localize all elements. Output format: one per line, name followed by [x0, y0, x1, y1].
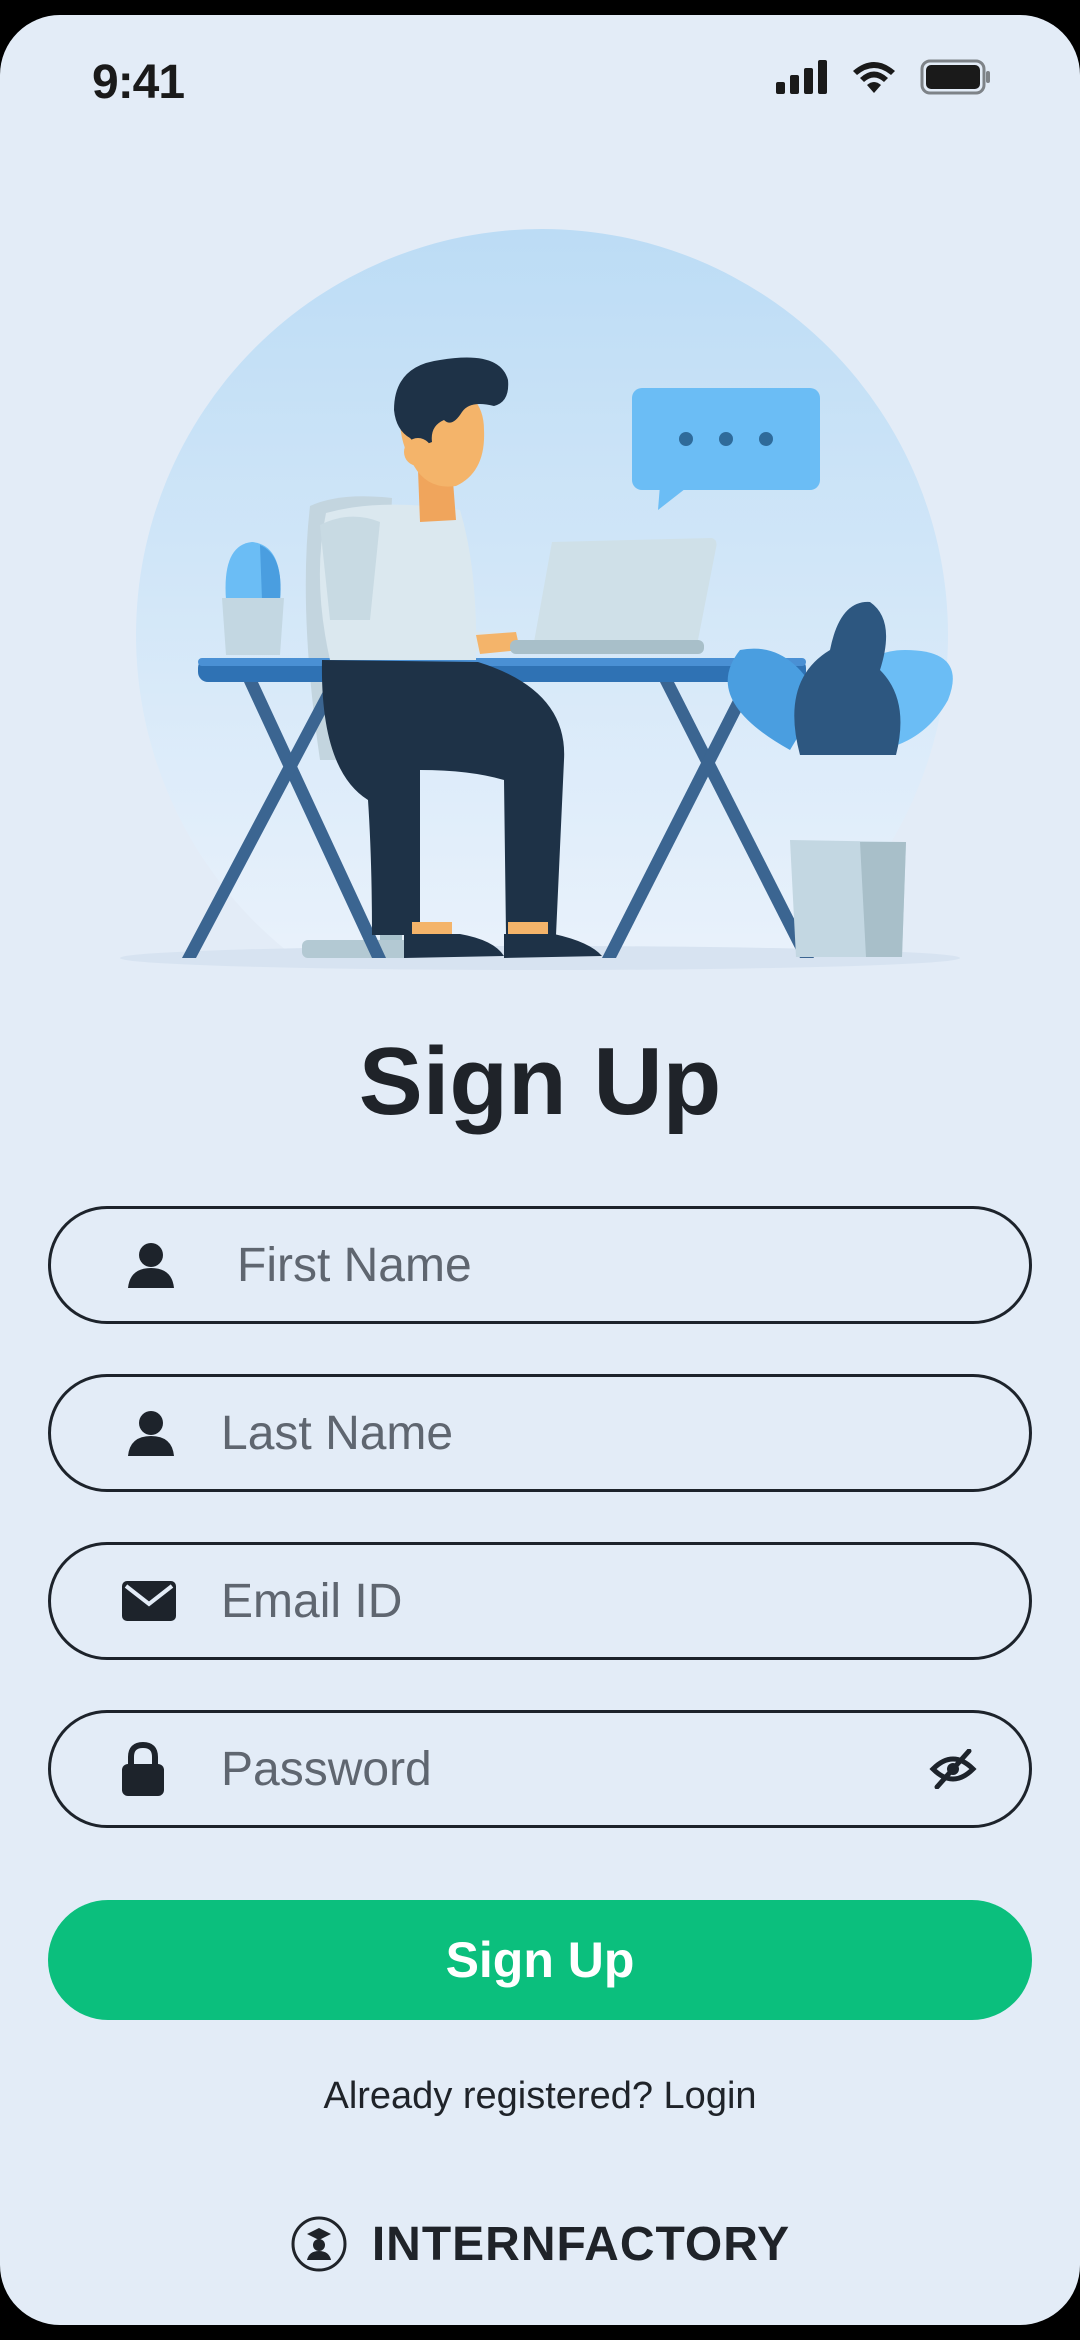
brand-name: INTERNFACTORY	[371, 2217, 791, 2271]
hero-illustration	[0, 229, 1080, 970]
login-link[interactable]: Login	[664, 2075, 757, 2117]
email-field[interactable]	[48, 1542, 1032, 1660]
last-name-input[interactable]	[221, 1377, 909, 1489]
small-plant-icon	[222, 542, 284, 655]
internfactory-logo-icon	[291, 2216, 347, 2272]
status-time: 9:41	[92, 56, 185, 109]
last-name-field[interactable]	[48, 1374, 1032, 1492]
eye-off-icon[interactable]	[923, 1739, 983, 1799]
person-icon	[121, 1235, 181, 1295]
status-bar: 9:41	[0, 15, 1080, 155]
wifi-icon	[853, 62, 895, 93]
email-input[interactable]	[221, 1545, 909, 1657]
battery-icon	[920, 59, 990, 95]
already-registered-text: Already registered?	[323, 2075, 664, 2117]
signal-icon	[776, 60, 827, 94]
lock-icon	[113, 1739, 173, 1799]
envelope-icon	[119, 1571, 179, 1631]
first-name-input[interactable]	[237, 1209, 909, 1321]
status-icons	[776, 59, 992, 95]
password-input[interactable]	[221, 1713, 909, 1825]
first-name-field[interactable]	[48, 1206, 1032, 1324]
page-title: Sign Up	[358, 1028, 722, 1135]
login-prompt: Already registered? Login	[0, 2075, 1080, 2118]
app-screen: 9:41 Sign Up First Name Last Name Email …	[0, 15, 1080, 2325]
person-icon	[121, 1403, 181, 1463]
password-field[interactable]	[48, 1710, 1032, 1828]
sign-up-button[interactable]: Sign Up	[48, 1900, 1032, 2020]
brand-footer: INTERNFACTORY	[0, 2215, 1080, 2273]
